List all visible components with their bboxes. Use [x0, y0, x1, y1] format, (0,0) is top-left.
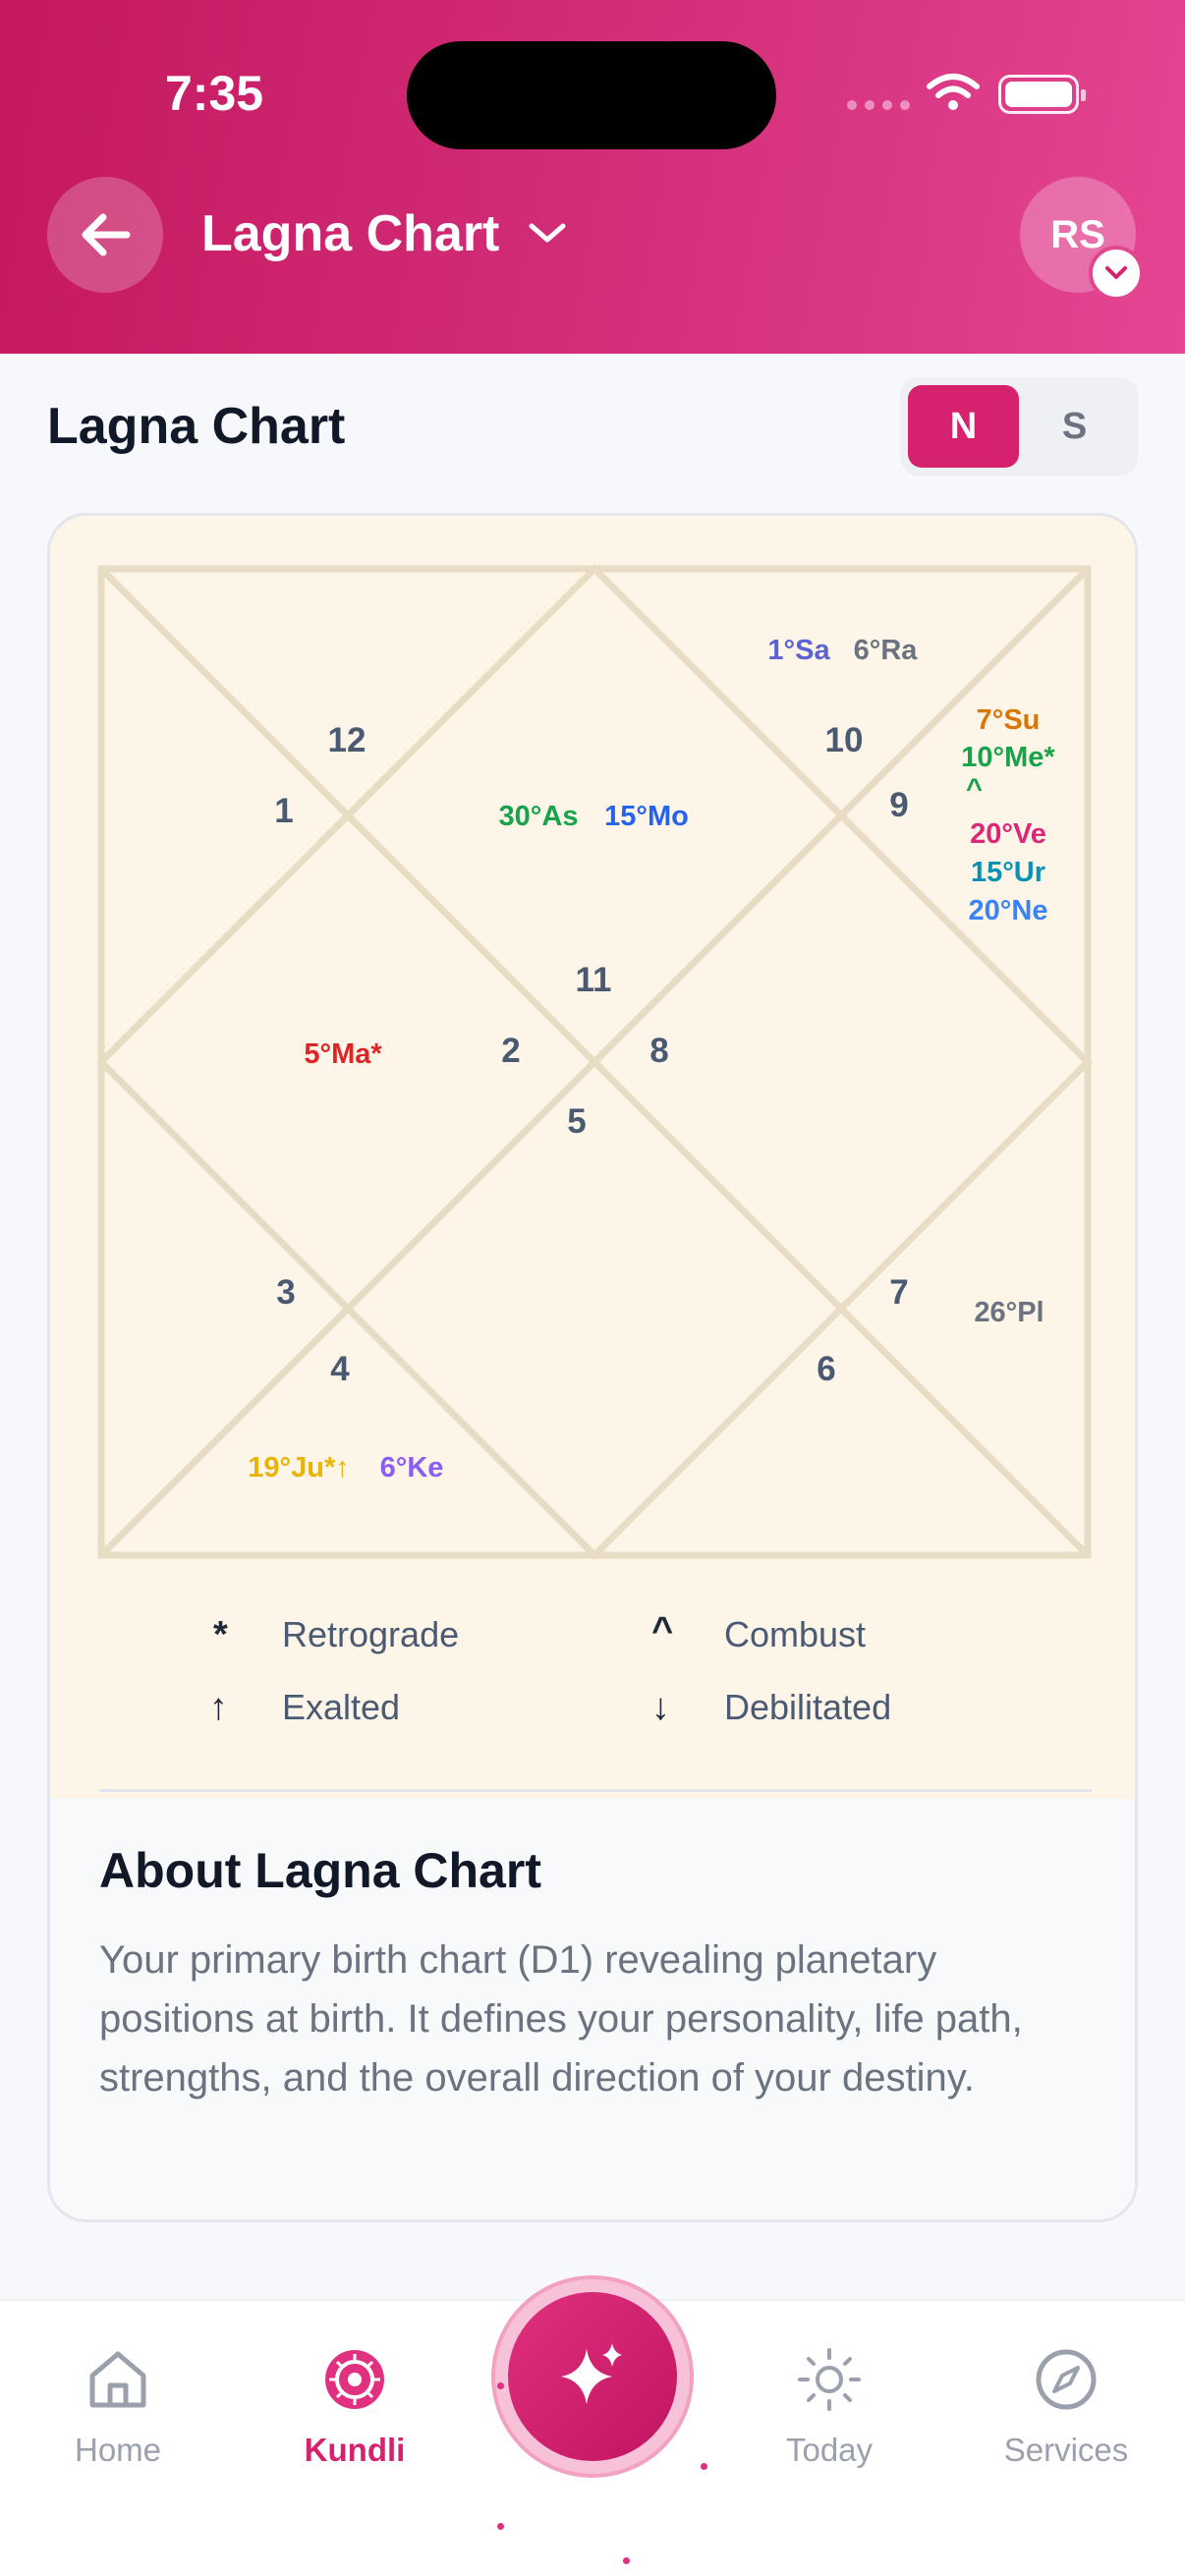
- signal-icon: [847, 100, 910, 110]
- debilitated-symbol: ↓: [651, 1687, 670, 1728]
- chart-card: 12 1 10 9 11 2 8 5 3 4 7 6 1°Sa 6°Ra 7°S…: [47, 513, 1138, 2222]
- nav-kundli[interactable]: Kundli: [266, 2346, 443, 2469]
- planet-mo: 15°Mo: [604, 801, 689, 832]
- page-title: Lagna Chart: [47, 398, 346, 455]
- house-number: 10: [825, 721, 864, 759]
- compass-icon: [1036, 2349, 1097, 2410]
- house-number: 5: [567, 1102, 586, 1141]
- sun-icon: [798, 2348, 861, 2411]
- house-number: 7: [889, 1273, 908, 1312]
- nav-services[interactable]: Services: [978, 2346, 1155, 2469]
- chevron-down-icon[interactable]: [526, 218, 569, 248]
- nav-today-label: Today: [785, 2432, 874, 2468]
- toggle-north[interactable]: N: [908, 385, 1019, 468]
- back-button[interactable]: [47, 177, 163, 293]
- retrograde-label: Retrograde: [282, 1614, 460, 1654]
- app-header: 7:35 Lagna Chart RS: [0, 0, 1185, 354]
- wifi-icon: [927, 74, 980, 110]
- planet-as: 30°As: [499, 801, 579, 832]
- planet-ve: 20°Ve: [970, 818, 1046, 850]
- north-indian-chart: 12 1 10 9 11 2 8 5 3 4 7 6 1°Sa 6°Ra 7°S…: [96, 564, 1093, 1560]
- planet-ne: 20°Ne: [969, 895, 1048, 926]
- divider: [99, 1789, 1092, 1792]
- house-number: 9: [889, 786, 908, 824]
- status-time: 7:35: [165, 66, 264, 121]
- house-number: 3: [276, 1273, 295, 1312]
- house-number: 1: [274, 792, 293, 830]
- kundli-wheel-icon: [325, 2350, 384, 2409]
- house-number: 4: [330, 1350, 350, 1388]
- house-number: 6: [817, 1350, 835, 1388]
- planet-ma: 5°Ma*: [304, 1038, 382, 1070]
- decor-dot: [497, 2523, 504, 2530]
- house-number: 8: [649, 1032, 668, 1070]
- planet-sa: 1°Sa: [767, 635, 830, 666]
- planet-me: 10°Me*: [961, 742, 1055, 773]
- toggle-south[interactable]: S: [1019, 385, 1130, 468]
- exalted-symbol: ↑: [209, 1687, 228, 1728]
- chart-grid: [96, 564, 1093, 1560]
- dynamic-island: [407, 41, 776, 149]
- planet-ju: 19°Ju*↑: [248, 1452, 349, 1484]
- sparkles-icon: [561, 2343, 622, 2404]
- arrow-left-icon: [82, 213, 131, 256]
- planet-ke: 6°Ke: [380, 1452, 444, 1484]
- combust-label: Combust: [724, 1614, 867, 1654]
- fab-inner[interactable]: [508, 2292, 677, 2461]
- decor-dot: [497, 2382, 504, 2389]
- planet-su: 7°Su: [977, 704, 1041, 736]
- nav-today[interactable]: Today: [741, 2346, 918, 2469]
- combust-symbol: ^: [651, 1610, 674, 1652]
- planet-ur: 15°Ur: [971, 857, 1045, 888]
- house-number: 12: [328, 721, 367, 759]
- decor-dot: [701, 2463, 707, 2470]
- house-number: 2: [501, 1032, 520, 1070]
- chart-area: 12 1 10 9 11 2 8 5 3 4 7 6 1°Sa 6°Ra 7°S…: [50, 516, 1135, 1799]
- nav-home-label: Home: [74, 2432, 162, 2468]
- planet-pl: 26°Pl: [974, 1297, 1044, 1328]
- home-icon: [89, 2351, 146, 2408]
- about-title: About Lagna Chart: [99, 1843, 541, 1898]
- planet-me-combust: ^: [966, 773, 983, 805]
- nav-services-label: Services: [1003, 2432, 1129, 2468]
- nav-home[interactable]: Home: [29, 2346, 206, 2469]
- ai-fab-button[interactable]: [491, 2275, 694, 2478]
- battery-icon: [998, 75, 1086, 114]
- chart-style-toggle: N S: [900, 377, 1138, 476]
- house-number: 11: [576, 961, 612, 999]
- exalted-label: Exalted: [282, 1687, 401, 1727]
- retrograde-symbol: *: [213, 1614, 228, 1655]
- about-description: Your primary birth chart (D1) revealing …: [99, 1938, 1023, 2100]
- header-title[interactable]: Lagna Chart: [201, 204, 499, 263]
- planet-ra: 6°Ra: [854, 635, 919, 666]
- decor-dot: [623, 2557, 630, 2564]
- avatar-chevron-icon[interactable]: [1089, 246, 1144, 301]
- debilitated-label: Debilitated: [724, 1687, 892, 1727]
- nav-kundli-label: Kundli: [304, 2432, 406, 2468]
